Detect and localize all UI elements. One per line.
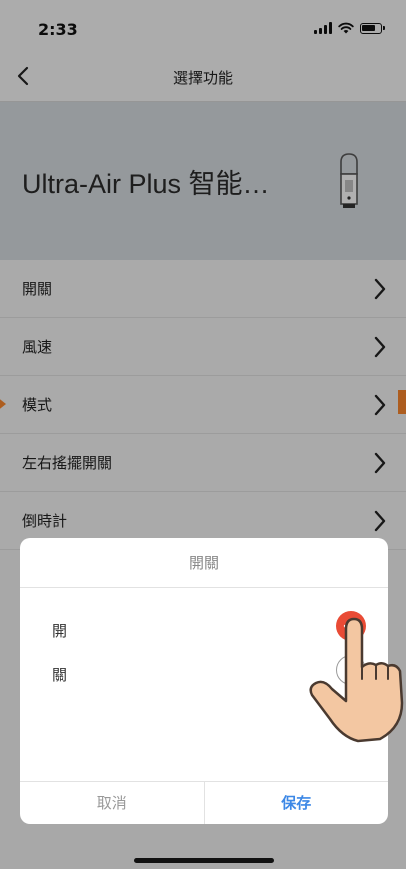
- option-off-label[interactable]: 關: [52, 664, 67, 685]
- cancel-button[interactable]: 取消: [20, 782, 205, 824]
- tap-hand-icon: [309, 617, 404, 743]
- save-button[interactable]: 保存: [205, 782, 389, 824]
- home-indicator: [134, 858, 274, 863]
- option-on-label[interactable]: 開: [52, 620, 67, 641]
- sheet-title: 開關: [20, 538, 388, 588]
- app-screen: 2:33 選擇功能 Ultra-Air Plus 智能… 開關 風速 模式 左右…: [0, 0, 406, 869]
- sheet-footer: 取消 保存: [20, 781, 388, 824]
